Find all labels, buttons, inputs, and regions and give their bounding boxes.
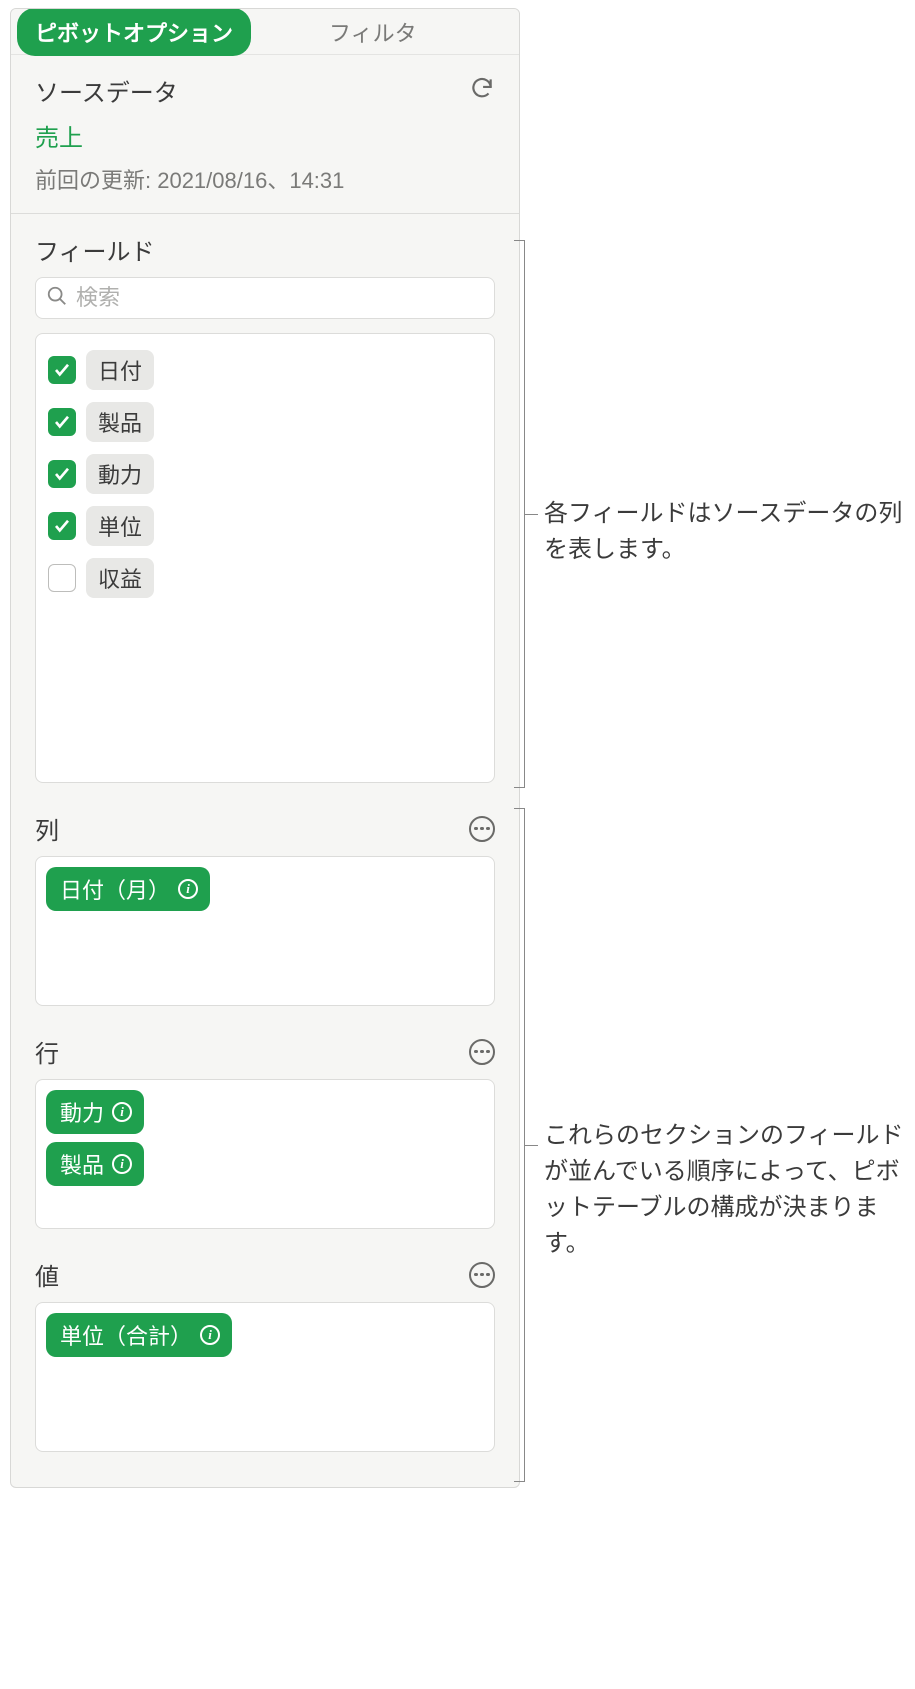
columns-more-icon[interactable] <box>469 816 495 842</box>
checkbox-power[interactable] <box>48 460 76 488</box>
pill-power[interactable]: 動力 i <box>46 1090 144 1134</box>
field-row-product[interactable]: 製品 <box>44 396 486 448</box>
fields-list: 日付 製品 動力 単位 収益 <box>35 333 495 783</box>
tab-pivot-options[interactable]: ピボットオプション <box>17 8 251 56</box>
field-row-power[interactable]: 動力 <box>44 448 486 500</box>
info-icon[interactable]: i <box>112 1154 132 1174</box>
field-tag-power[interactable]: 動力 <box>86 454 154 494</box>
checkbox-unit[interactable] <box>48 512 76 540</box>
refresh-icon[interactable] <box>469 75 495 106</box>
tab-filter[interactable]: フィルタ <box>311 8 435 56</box>
callout-zones: これらのセクションのフィールドが並んでいる順序によって、ピボットテーブルの構成が… <box>544 1118 904 1262</box>
tab-bar: ピボットオプション フィルタ <box>11 9 519 55</box>
pivot-options-panel: ピボットオプション フィルタ ソースデータ 売上 前回の更新: 2021/08/… <box>10 8 520 1488</box>
columns-zone-box[interactable]: 日付（月） i <box>35 856 495 1006</box>
checkbox-product[interactable] <box>48 408 76 436</box>
pill-product[interactable]: 製品 i <box>46 1142 144 1186</box>
callout-line-zones <box>524 1145 538 1146</box>
pill-label: 単位（合計） <box>60 1319 192 1351</box>
info-icon[interactable]: i <box>112 1102 132 1122</box>
values-zone-box[interactable]: 単位（合計） i <box>35 1302 495 1452</box>
rows-zone-box[interactable]: 動力 i 製品 i <box>35 1079 495 1229</box>
search-icon <box>46 285 68 312</box>
pill-date-month[interactable]: 日付（月） i <box>46 867 210 911</box>
panel-body: ソースデータ 売上 前回の更新: 2021/08/16、14:31 フィールド … <box>11 55 519 1470</box>
pill-unit-sum[interactable]: 単位（合計） i <box>46 1313 232 1357</box>
field-tag-revenue[interactable]: 収益 <box>86 558 154 598</box>
pill-label: 製品 <box>60 1148 104 1180</box>
columns-zone-header: 列 <box>35 811 495 846</box>
values-zone-label: 値 <box>35 1257 59 1292</box>
field-tag-unit[interactable]: 単位 <box>86 506 154 546</box>
field-tag-date[interactable]: 日付 <box>86 350 154 390</box>
search-input-container[interactable] <box>35 277 495 319</box>
source-data-label: ソースデータ <box>35 73 178 108</box>
callout-fields: 各フィールドはソースデータの列を表します。 <box>544 496 904 568</box>
fields-label: フィールド <box>35 232 495 267</box>
search-input[interactable] <box>76 285 484 311</box>
info-icon[interactable]: i <box>200 1325 220 1345</box>
checkbox-revenue[interactable] <box>48 564 76 592</box>
field-tag-product[interactable]: 製品 <box>86 402 154 442</box>
field-row-date[interactable]: 日付 <box>44 344 486 396</box>
divider <box>11 213 519 214</box>
source-data-row: ソースデータ <box>35 73 495 108</box>
source-table-name[interactable]: 売上 <box>35 118 495 153</box>
callout-line-fields <box>524 514 538 515</box>
rows-zone-label: 行 <box>35 1034 59 1069</box>
field-row-revenue[interactable]: 収益 <box>44 552 486 604</box>
pill-label: 日付（月） <box>60 873 170 905</box>
columns-zone-label: 列 <box>35 811 59 846</box>
rows-zone-header: 行 <box>35 1034 495 1069</box>
rows-more-icon[interactable] <box>469 1039 495 1065</box>
field-row-unit[interactable]: 単位 <box>44 500 486 552</box>
info-icon[interactable]: i <box>178 879 198 899</box>
values-more-icon[interactable] <box>469 1262 495 1288</box>
last-updated-text: 前回の更新: 2021/08/16、14:31 <box>35 163 495 195</box>
values-zone-header: 値 <box>35 1257 495 1292</box>
pill-label: 動力 <box>60 1096 104 1128</box>
checkbox-date[interactable] <box>48 356 76 384</box>
